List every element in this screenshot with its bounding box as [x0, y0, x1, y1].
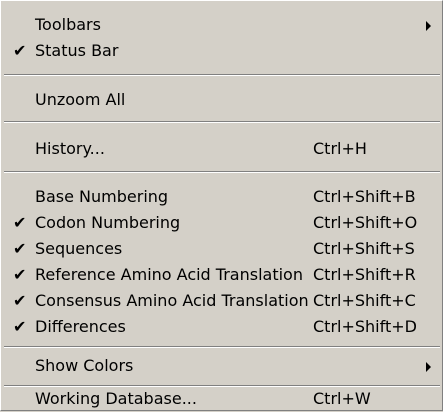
menu-item-shortcut: Ctrl+Shift+O [313, 213, 418, 232]
menu-item-shortcut: Ctrl+Shift+R [313, 265, 416, 284]
submenu-arrow-icon [426, 362, 431, 372]
menu-item-shortcut: Ctrl+Shift+C [313, 291, 416, 310]
menu-item-label: History... [35, 139, 105, 158]
menu-item-differences[interactable]: ✔ Differences Ctrl+Shift+D [1, 314, 442, 340]
menu-item-label: Unzoom All [35, 90, 126, 109]
menu-item-shortcut: Ctrl+W [313, 389, 371, 408]
checkmark-icon: ✔ [13, 291, 27, 310]
menu-item-label: Base Numbering [35, 187, 169, 206]
menu-item-label: Differences [35, 317, 126, 336]
menu-item-toolbars[interactable]: Toolbars [1, 12, 442, 38]
menu-item-show-colors[interactable]: Show Colors [1, 353, 442, 379]
checkmark-icon: ✔ [13, 265, 27, 284]
menu-item-history[interactable]: History... Ctrl+H [1, 136, 442, 162]
checkmark-icon: ✔ [13, 41, 27, 60]
checkmark-icon: ✔ [13, 213, 27, 232]
menu-item-label: Reference Amino Acid Translation [35, 265, 303, 284]
menu-item-working-database[interactable]: Working Database... Ctrl+W [1, 386, 442, 412]
menu-item-shortcut: Ctrl+Shift+S [313, 239, 415, 258]
menu-item-reference-amino-acid-translation[interactable]: ✔ Reference Amino Acid Translation Ctrl+… [1, 262, 442, 288]
menu-item-base-numbering[interactable]: Base Numbering Ctrl+Shift+B [1, 184, 442, 210]
view-menu: Toolbars ✔ Status Bar Unzoom All History… [0, 0, 443, 411]
menu-item-unzoom-all[interactable]: Unzoom All [1, 87, 442, 113]
menu-item-shortcut: Ctrl+H [313, 139, 367, 158]
menu-separator [4, 346, 440, 348]
menu-separator [4, 74, 440, 76]
menu-item-shortcut: Ctrl+Shift+D [313, 317, 417, 336]
menu-separator [4, 121, 440, 123]
menu-item-sequences[interactable]: ✔ Sequences Ctrl+Shift+S [1, 236, 442, 262]
menu-item-label: Codon Numbering [35, 213, 181, 232]
menu-item-label: Show Colors [35, 356, 134, 375]
menu-item-consensus-amino-acid-translation[interactable]: ✔ Consensus Amino Acid Translation Ctrl+… [1, 288, 442, 314]
menu-item-label: Toolbars [35, 15, 101, 34]
menu-item-codon-numbering[interactable]: ✔ Codon Numbering Ctrl+Shift+O [1, 210, 442, 236]
menu-item-label: Sequences [35, 239, 123, 258]
checkmark-icon: ✔ [13, 239, 27, 258]
menu-item-label: Consensus Amino Acid Translation [35, 291, 309, 310]
menu-item-status-bar[interactable]: ✔ Status Bar [1, 38, 442, 64]
submenu-arrow-icon [426, 21, 431, 31]
checkmark-icon: ✔ [13, 317, 27, 336]
menu-item-label: Working Database... [35, 389, 197, 408]
menu-item-shortcut: Ctrl+Shift+B [313, 187, 416, 206]
menu-separator [4, 171, 440, 173]
menu-item-label: Status Bar [35, 41, 119, 60]
